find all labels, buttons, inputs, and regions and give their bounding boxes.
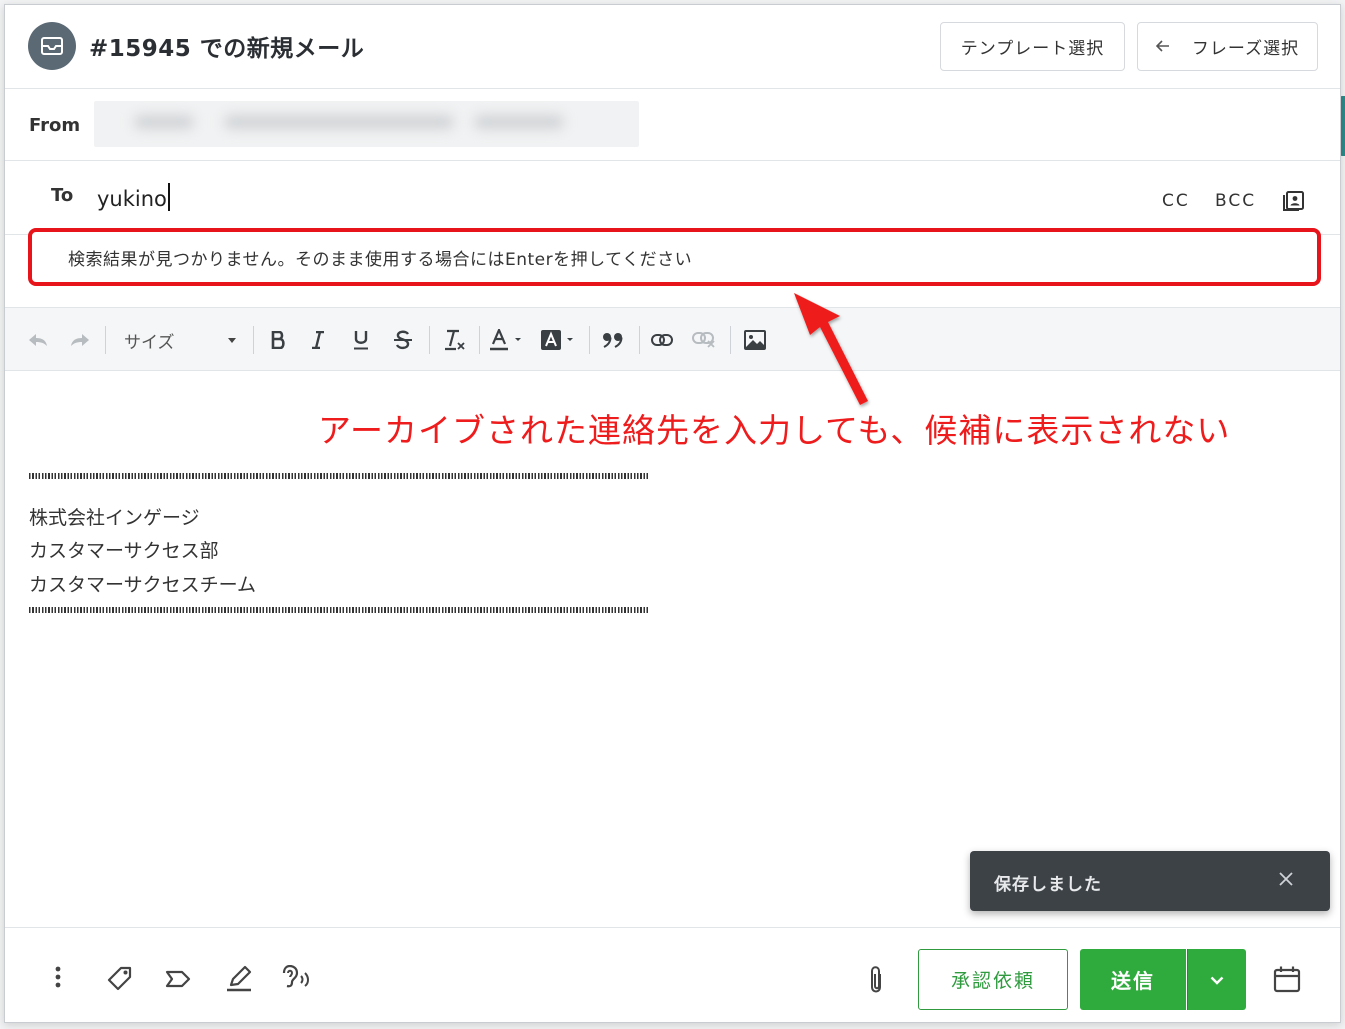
paperclip-icon[interactable] bbox=[865, 964, 887, 996]
chevron-down-icon bbox=[1210, 970, 1224, 989]
editor-toolbar: サイズ bbox=[5, 307, 1340, 371]
bold-icon[interactable] bbox=[267, 326, 289, 354]
pen-icon[interactable] bbox=[224, 964, 254, 994]
undo-icon[interactable] bbox=[26, 326, 50, 354]
to-input-value: yukino bbox=[97, 187, 167, 211]
phrase-select-button[interactable]: フレーズ選択 bbox=[1137, 22, 1318, 71]
approval-request-button[interactable]: 承認依頼 bbox=[918, 949, 1068, 1010]
signature-line: 株式会社インゲージ bbox=[29, 507, 200, 529]
tag-icon[interactable] bbox=[104, 964, 134, 994]
image-icon[interactable] bbox=[743, 326, 767, 354]
more-vertical-icon[interactable] bbox=[51, 964, 65, 990]
font-size-caret-icon bbox=[228, 338, 236, 343]
underline-icon[interactable] bbox=[350, 326, 372, 354]
template-select-label: テンプレート選択 bbox=[960, 39, 1105, 59]
font-size-select[interactable]: サイズ bbox=[124, 328, 175, 353]
annotation-arrow bbox=[780, 283, 880, 417]
to-label: To bbox=[51, 185, 74, 206]
no-results-message: 検索結果が見つかりません。そのまま使用する場合にはEnterを押してください bbox=[68, 250, 693, 270]
clear-format-icon[interactable] bbox=[442, 326, 466, 354]
toast-message: 保存しました bbox=[994, 875, 1102, 895]
saved-toast: 保存しました bbox=[970, 851, 1330, 911]
annotation-text: アーカイブされた連絡先を入力しても、候補に表示されない bbox=[318, 411, 1231, 450]
toolbar-divider bbox=[429, 326, 430, 354]
close-icon[interactable] bbox=[1278, 871, 1294, 891]
strikethrough-icon[interactable] bbox=[392, 326, 414, 354]
calendar-icon[interactable] bbox=[1272, 964, 1302, 994]
toolbar-divider bbox=[639, 326, 640, 354]
send-button[interactable]: 送信 bbox=[1080, 949, 1186, 1010]
signature-line: カスタマーサクセスチーム bbox=[29, 574, 257, 596]
bcc-button[interactable]: BCC bbox=[1215, 191, 1256, 211]
mail-body-editor[interactable]: 株式会社インゲージ カスタマーサクセス部 カスタマーサクセスチーム bbox=[5, 371, 1340, 927]
toolbar-divider bbox=[105, 326, 106, 354]
dialog-header: #15945 での新規メール テンプレート選択 フレーズ選択 bbox=[5, 5, 1340, 89]
label-icon[interactable] bbox=[163, 964, 193, 994]
unlink-icon[interactable] bbox=[692, 326, 716, 354]
to-input[interactable]: yukino bbox=[97, 183, 170, 211]
text-color-icon[interactable] bbox=[489, 326, 527, 354]
signature-line: カスタマーサクセス部 bbox=[29, 540, 219, 562]
toolbar-divider bbox=[730, 326, 731, 354]
no-results-suggestion: 検索結果が見つかりません。そのまま使用する場合にはEnterを押してください bbox=[28, 228, 1321, 286]
redo-icon[interactable] bbox=[68, 326, 92, 354]
arrow-left-icon bbox=[1155, 37, 1170, 57]
cc-button[interactable]: CC bbox=[1162, 191, 1190, 211]
send-options-button[interactable] bbox=[1187, 949, 1246, 1010]
toolbar-divider bbox=[479, 326, 480, 354]
italic-icon[interactable] bbox=[307, 326, 329, 354]
toolbar-divider bbox=[589, 326, 590, 354]
hearing-icon[interactable] bbox=[282, 964, 312, 994]
signature-divider bbox=[29, 607, 649, 613]
dialog-title: #15945 での新規メール bbox=[89, 36, 365, 62]
from-row: From bbox=[5, 89, 1340, 161]
from-label: From bbox=[29, 115, 81, 136]
contacts-icon[interactable] bbox=[1283, 189, 1305, 215]
from-address-blurred[interactable] bbox=[94, 101, 639, 147]
template-select-button[interactable]: テンプレート選択 bbox=[940, 22, 1125, 71]
background-color-icon[interactable] bbox=[539, 326, 579, 354]
quote-icon[interactable] bbox=[601, 326, 625, 354]
dialog-footer: 承認依頼 送信 bbox=[5, 927, 1340, 1022]
toolbar-divider bbox=[253, 326, 254, 354]
text-caret bbox=[167, 183, 170, 211]
mail-icon bbox=[28, 22, 76, 70]
compose-mail-dialog: #15945 での新規メール テンプレート選択 フレーズ選択 From To y… bbox=[4, 4, 1341, 1023]
link-icon[interactable] bbox=[650, 326, 674, 354]
to-row: To yukino CC BCC bbox=[5, 161, 1340, 235]
phrase-select-label: フレーズ選択 bbox=[1191, 39, 1300, 59]
signature-divider bbox=[29, 473, 649, 479]
